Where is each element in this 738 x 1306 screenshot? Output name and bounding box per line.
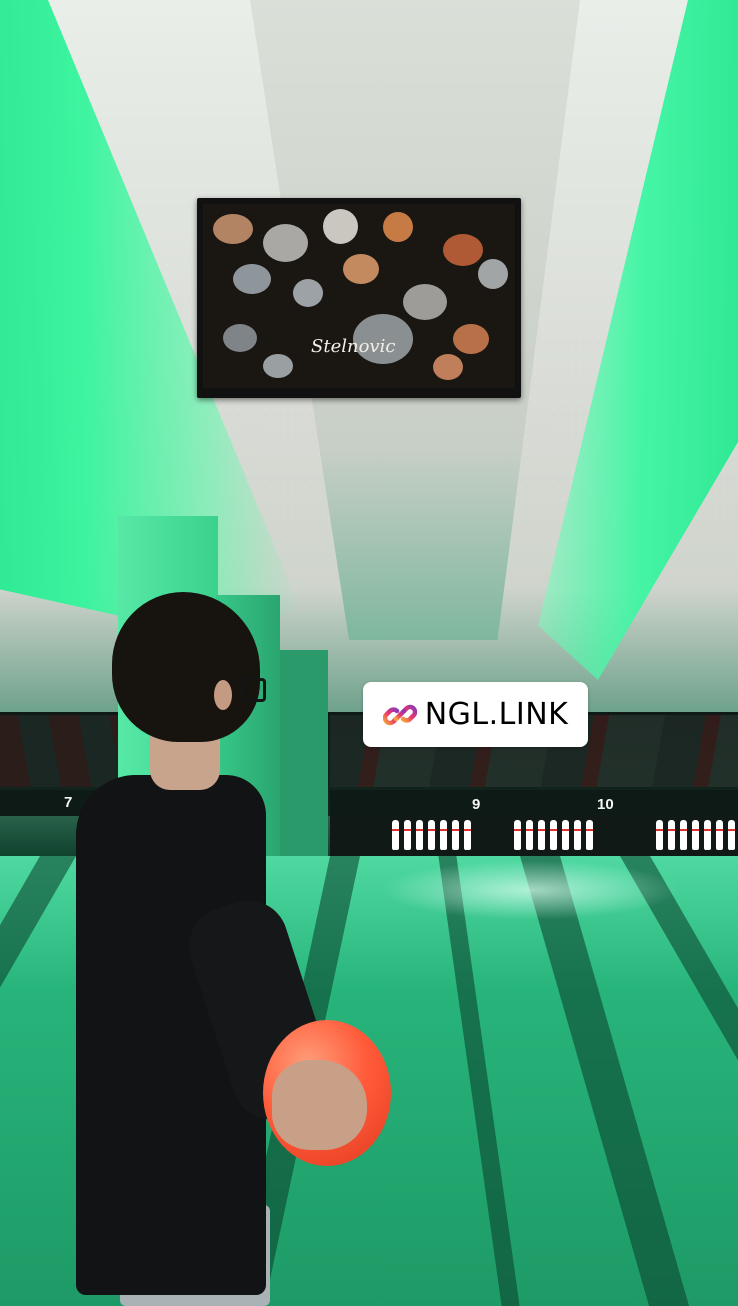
green-pillar <box>280 650 328 870</box>
tv-screen: Stelnovic <box>203 204 515 388</box>
sticker-label: NGL.LINK <box>424 697 569 732</box>
link-icon <box>382 698 417 732</box>
pin-deck <box>330 816 738 856</box>
lane-number-10: 10 <box>597 796 614 813</box>
ngl-link-sticker[interactable]: NGL.LINK <box>363 682 588 747</box>
glasses <box>240 678 266 702</box>
lane-number-7: 7 <box>64 794 73 811</box>
ceiling-tv: Stelnovic <box>197 198 521 398</box>
bowling-scene: Stelnovic 7 9 10 NGL.LINK <box>0 0 738 1306</box>
wall-mural-left <box>0 715 118 787</box>
person-ear <box>214 680 232 710</box>
lane-number-bar <box>330 790 738 816</box>
lane-number-9: 9 <box>472 796 481 813</box>
person-hand <box>272 1060 367 1150</box>
tv-logo-text: Stelnovic <box>311 336 396 357</box>
person-hair <box>112 592 260 742</box>
floor-reflection <box>380 860 680 920</box>
